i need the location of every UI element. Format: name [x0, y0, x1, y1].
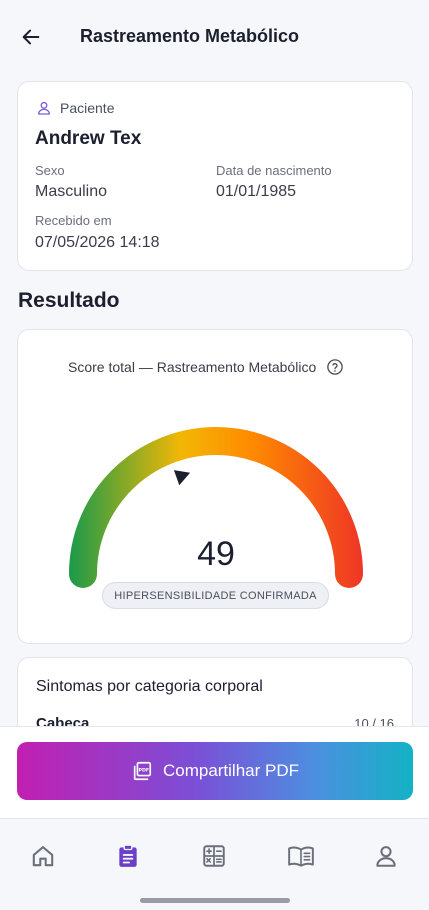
profile-icon	[376, 846, 396, 867]
page-title: Rastreamento Metabólico	[80, 26, 300, 46]
patient-card: Paciente Andrew Tex Sexo Masculino Data …	[17, 81, 413, 271]
bottom-navigation	[0, 818, 429, 910]
symptoms-title: Sintomas por categoria corporal	[36, 678, 263, 695]
share-pdf-button[interactable]: PDF Compartilhar PDF	[17, 742, 413, 800]
pdf-icon: PDF	[133, 761, 152, 781]
back-button[interactable]	[16, 22, 46, 52]
score-value: 49	[197, 535, 235, 573]
home-icon	[32, 846, 54, 867]
clipboard-icon	[119, 844, 137, 867]
home-indicator	[140, 898, 290, 903]
patient-label-row: Paciente	[36, 100, 114, 116]
book-icon	[288, 846, 314, 867]
arrow-left-icon	[22, 29, 40, 45]
received-label: Recebido em	[35, 213, 112, 228]
nav-item-library[interactable]	[281, 841, 321, 871]
birth-date-value: 01/01/1985	[216, 183, 297, 200]
result-section-title: Resultado	[18, 289, 120, 312]
top-app-bar: Rastreamento Metabólico	[0, 0, 429, 76]
patient-name: Andrew Tex	[35, 128, 142, 149]
score-card: Score total — Rastreamento Metabólico 49…	[17, 329, 413, 644]
patient-label: Paciente	[60, 100, 115, 116]
nav-item-profile[interactable]	[366, 841, 406, 871]
bottom-action-panel: PDF Compartilhar PDF	[0, 726, 429, 818]
status-badge: HIPERSENSIBILIDADE CONFIRMADA	[102, 582, 329, 609]
birth-date-label: Data de nascimento	[216, 163, 332, 178]
sex-value: Masculino	[35, 183, 108, 200]
user-icon	[38, 101, 50, 115]
sex-label: Sexo	[35, 163, 65, 178]
share-pdf-label: Compartilhar PDF	[162, 761, 300, 780]
nav-item-calculator[interactable]	[194, 841, 234, 871]
svg-text:PDF: PDF	[138, 767, 149, 773]
nav-item-assessments[interactable]	[108, 841, 148, 871]
gauge-pointer-icon	[173, 470, 191, 486]
received-value: 07/05/2026 14:18	[35, 234, 160, 251]
calculator-icon	[203, 845, 225, 867]
nav-item-home[interactable]	[23, 841, 63, 871]
